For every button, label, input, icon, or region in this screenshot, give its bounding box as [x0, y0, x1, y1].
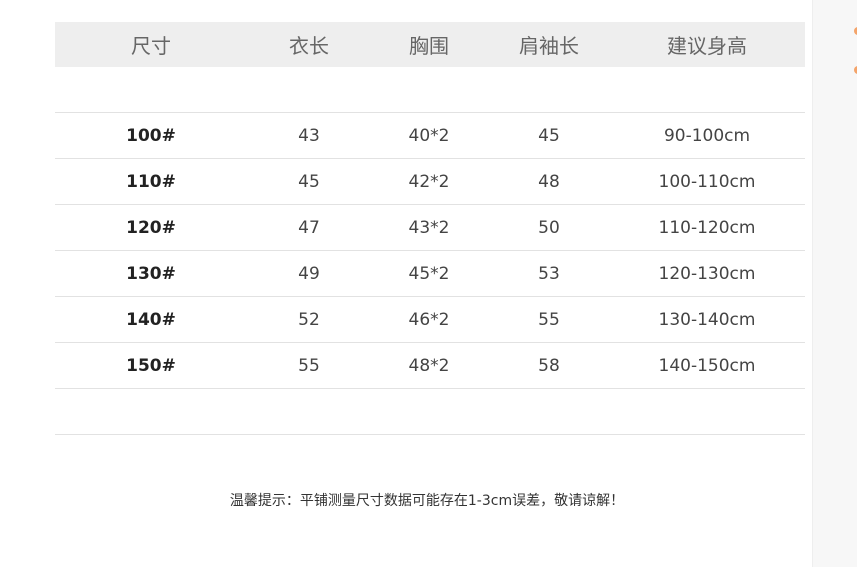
cell-chest: 45*2 [408, 263, 450, 284]
cell-chest: 40*2 [408, 125, 450, 146]
header-suggested-height: 建议身高 [667, 34, 747, 58]
cell-chest: 48*2 [408, 355, 450, 376]
size-chart-table: 尺寸 衣长 胸围 肩袖长 建议身高 100# 43 40*2 45 90-100… [55, 22, 805, 435]
table-row: 120# 47 43*2 50 110-120cm [55, 205, 805, 251]
cell-length: 47 [298, 217, 320, 238]
cell-size: 130# [126, 263, 176, 284]
table-row: 100# 43 40*2 45 90-100cm [55, 113, 805, 159]
cell-height: 100-110cm [658, 171, 756, 192]
cell-length: 55 [298, 355, 320, 376]
cell-shoulder-sleeve: 50 [538, 217, 560, 238]
note-text: 温馨提示：平铺测量尺寸数据可能存在1-3cm误差，敬请谅解！ [229, 493, 625, 509]
cell-shoulder-sleeve: 53 [538, 263, 560, 284]
cell-length: 43 [298, 125, 320, 146]
header-length: 衣长 [289, 34, 329, 58]
cell-size: 140# [126, 309, 176, 330]
cell-length: 49 [298, 263, 320, 284]
cell-size: 100# [126, 125, 176, 146]
cell-length: 52 [298, 309, 320, 330]
cell-height: 130-140cm [658, 309, 756, 330]
cell-height: 120-130cm [658, 263, 756, 284]
header-shoulder-sleeve: 肩袖长 [519, 34, 579, 58]
header-size: 尺寸 [131, 34, 171, 58]
table-spacer [55, 389, 805, 435]
header-chest: 胸围 [409, 34, 449, 58]
table-spacer [55, 67, 805, 113]
cell-chest: 43*2 [408, 217, 450, 238]
table-header: 尺寸 衣长 胸围 肩袖长 建议身高 [55, 22, 805, 67]
cell-shoulder-sleeve: 45 [538, 125, 560, 146]
cell-shoulder-sleeve: 58 [538, 355, 560, 376]
cell-height: 140-150cm [658, 355, 756, 376]
cell-size: 150# [126, 355, 176, 376]
table-row: 110# 45 42*2 48 100-110cm [55, 159, 805, 205]
cell-height: 110-120cm [658, 217, 756, 238]
cell-size: 110# [126, 171, 176, 192]
cell-size: 120# [126, 217, 176, 238]
table-row: 150# 55 48*2 58 140-150cm [55, 343, 805, 389]
cell-height: 90-100cm [663, 125, 751, 146]
right-side-panel [812, 0, 857, 567]
cell-shoulder-sleeve: 55 [538, 309, 560, 330]
cell-chest: 42*2 [408, 171, 450, 192]
table-row: 140# 52 46*2 55 130-140cm [55, 297, 805, 343]
cell-length: 45 [298, 171, 320, 192]
table-row: 130# 49 45*2 53 120-130cm [55, 251, 805, 297]
cell-shoulder-sleeve: 48 [538, 171, 560, 192]
cell-chest: 46*2 [408, 309, 450, 330]
